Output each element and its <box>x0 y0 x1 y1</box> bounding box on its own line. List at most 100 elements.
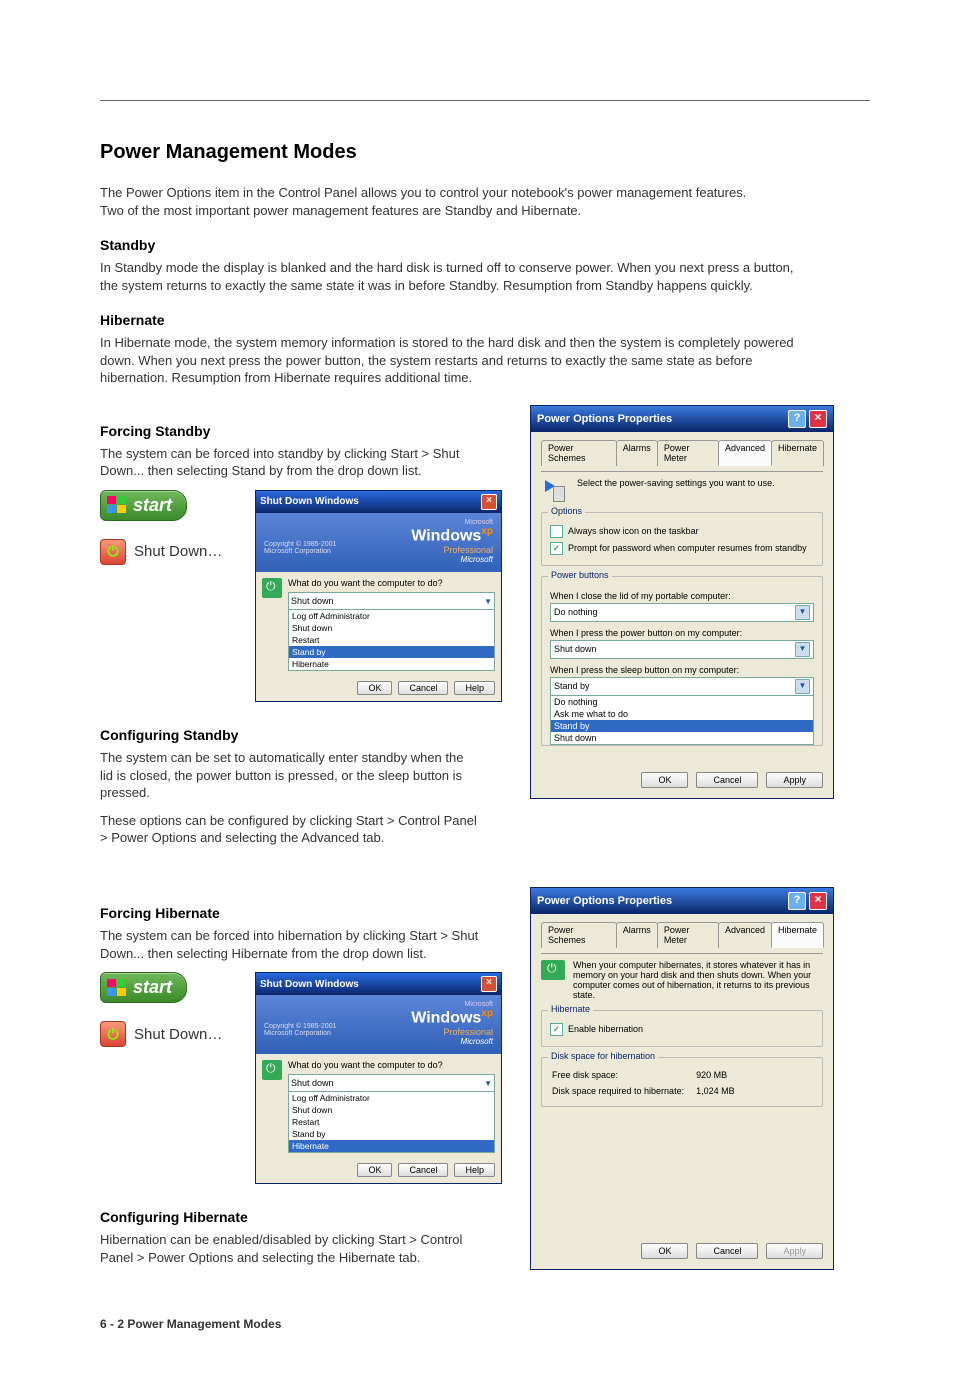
close-icon[interactable]: × <box>481 976 497 992</box>
power-icon <box>100 1021 126 1047</box>
action-list[interactable]: Log off Administrator Shut down Restart … <box>288 1091 495 1153</box>
hibernate-icon <box>541 960 565 980</box>
question-label: What do you want the computer to do? <box>288 1060 495 1070</box>
group-hibernate: Hibernate <box>548 1004 593 1014</box>
dd-lid-value: Do nothing <box>554 607 598 617</box>
lbl-lid: When I close the lid of my portable comp… <box>550 591 814 601</box>
action-select[interactable]: Shut down ▼ <box>288 592 495 610</box>
tab-alarms[interactable]: Alarms <box>616 922 658 948</box>
windows-flag-icon <box>107 496 127 514</box>
tab-advanced[interactable]: Advanced <box>718 922 772 948</box>
copyright: Copyright © 1985-2001 <box>264 541 336 548</box>
chevron-down-icon: ▼ <box>795 642 810 657</box>
cancel-button[interactable]: Cancel <box>696 772 758 788</box>
dd-lid[interactable]: Do nothing ▼ <box>550 603 814 622</box>
chk-show-icon[interactable]: Always show icon on the taskbar <box>550 525 814 538</box>
cancel-button[interactable]: Cancel <box>398 681 448 695</box>
help-button[interactable]: Help <box>454 1163 495 1177</box>
brand-xp: xp <box>481 1008 493 1019</box>
opt-standby[interactable]: Stand by <box>289 646 494 658</box>
shutdown-dialog-hibernate: Shut Down Windows × Copyright © 1985-200… <box>255 972 502 1184</box>
config-standby-body2: These options can be configured by click… <box>100 812 480 847</box>
group-disk-space: Disk space for hibernation <box>548 1051 658 1061</box>
opt-shutdown[interactable]: Shut down <box>289 1104 494 1116</box>
lbl-sleep: When I press the sleep button on my comp… <box>550 665 814 675</box>
dd-power[interactable]: Shut down ▼ <box>550 640 814 659</box>
corp: Microsoft Corporation <box>264 1030 331 1037</box>
config-standby-body1: The system can be set to automatically e… <box>100 749 480 802</box>
tab-power-schemes[interactable]: Power Schemes <box>541 440 617 466</box>
close-icon[interactable]: × <box>809 892 827 910</box>
shutdown-menu-item[interactable]: Shut Down… <box>100 1021 222 1047</box>
select-value: Shut down <box>291 1078 334 1088</box>
po-title: Power Options Properties <box>537 895 672 907</box>
tab-power-schemes[interactable]: Power Schemes <box>541 922 617 948</box>
tab-power-meter[interactable]: Power Meter <box>657 440 719 466</box>
shutdown-icon <box>262 578 282 598</box>
action-list[interactable]: Log off Administrator Shut down Restart … <box>288 609 495 671</box>
power-options-hibernate: Power Options Properties ? × Power Schem… <box>530 887 834 1270</box>
power-plug-icon <box>541 478 569 502</box>
force-hibernate-heading: Forcing Hibernate <box>100 905 510 921</box>
start-label: start <box>133 495 172 516</box>
ok-button[interactable]: OK <box>641 772 688 788</box>
divider <box>100 100 870 101</box>
opt-hibernate[interactable]: Hibernate <box>289 1140 494 1152</box>
chevron-down-icon: ▼ <box>795 679 810 694</box>
help-button[interactable]: Help <box>454 681 495 695</box>
tab-power-meter[interactable]: Power Meter <box>657 922 719 948</box>
action-select[interactable]: Shut down ▼ <box>288 1074 495 1092</box>
standby-heading: Standby <box>100 237 894 253</box>
ok-button[interactable]: OK <box>641 1243 688 1259</box>
dd-sleep[interactable]: Stand by ▼ <box>550 677 814 696</box>
req-label: Disk space required to hibernate: <box>552 1084 694 1098</box>
dialog-title: Shut Down Windows <box>260 496 359 507</box>
force-standby-body: The system can be forced into standby by… <box>100 445 480 480</box>
opt-shutdown[interactable]: Shut down <box>289 622 494 634</box>
opt-logoff[interactable]: Log off Administrator <box>289 1092 494 1104</box>
copyright: Copyright © 1985-2001 <box>264 1023 336 1030</box>
cancel-button[interactable]: Cancel <box>696 1243 758 1259</box>
shutdown-menu-item[interactable]: Shut Down… <box>100 539 222 565</box>
edition: Professional <box>411 1027 493 1037</box>
start-button[interactable]: start <box>100 490 187 521</box>
chk1-label: Always show icon on the taskbar <box>568 526 699 536</box>
help-icon[interactable]: ? <box>788 410 806 428</box>
ok-button[interactable]: OK <box>357 681 392 695</box>
opt-shutdown[interactable]: Shut down <box>551 732 813 744</box>
shutdown-icon <box>262 1060 282 1080</box>
group-options: Options <box>548 506 585 516</box>
close-icon[interactable]: × <box>809 410 827 428</box>
opt-ask[interactable]: Ask me what to do <box>551 708 813 720</box>
shutdown-label: Shut Down… <box>134 1026 222 1043</box>
opt-logoff[interactable]: Log off Administrator <box>289 610 494 622</box>
tab-hibernate[interactable]: Hibernate <box>771 922 824 948</box>
start-button[interactable]: start <box>100 972 187 1003</box>
tab-hibernate[interactable]: Hibernate <box>771 440 824 466</box>
chk-enable-hibernation[interactable]: ✓Enable hibernation <box>550 1023 814 1036</box>
apply-button[interactable]: Apply <box>766 772 823 788</box>
tab-alarms[interactable]: Alarms <box>616 440 658 466</box>
po-title: Power Options Properties <box>537 413 672 425</box>
chk-prompt-password[interactable]: ✓Prompt for password when computer resum… <box>550 542 814 555</box>
close-icon[interactable]: × <box>481 494 497 510</box>
opt-standby[interactable]: Stand by <box>289 1128 494 1140</box>
lbl-power: When I press the power button on my comp… <box>550 628 814 638</box>
config-hibernate-body: Hibernation can be enabled/disabled by c… <box>100 1231 480 1266</box>
brand-windows: Windows <box>411 1009 481 1026</box>
brand-windows: Windows <box>411 527 481 544</box>
help-icon[interactable]: ? <box>788 892 806 910</box>
config-hibernate-heading: Configuring Hibernate <box>100 1209 510 1225</box>
cancel-button[interactable]: Cancel <box>398 1163 448 1177</box>
dd-sleep-list[interactable]: Do nothing Ask me what to do Stand by Sh… <box>550 695 814 745</box>
opt-restart[interactable]: Restart <box>289 1116 494 1128</box>
hibernate-body: In Hibernate mode, the system memory inf… <box>100 334 800 387</box>
tab-advanced[interactable]: Advanced <box>718 440 772 466</box>
free-label: Free disk space: <box>552 1068 694 1082</box>
opt-standby[interactable]: Stand by <box>551 720 813 732</box>
opt-restart[interactable]: Restart <box>289 634 494 646</box>
opt-hibernate[interactable]: Hibernate <box>289 658 494 670</box>
brand-microsoft: Microsoft <box>411 1001 493 1008</box>
ok-button[interactable]: OK <box>357 1163 392 1177</box>
opt-do-nothing[interactable]: Do nothing <box>551 696 813 708</box>
